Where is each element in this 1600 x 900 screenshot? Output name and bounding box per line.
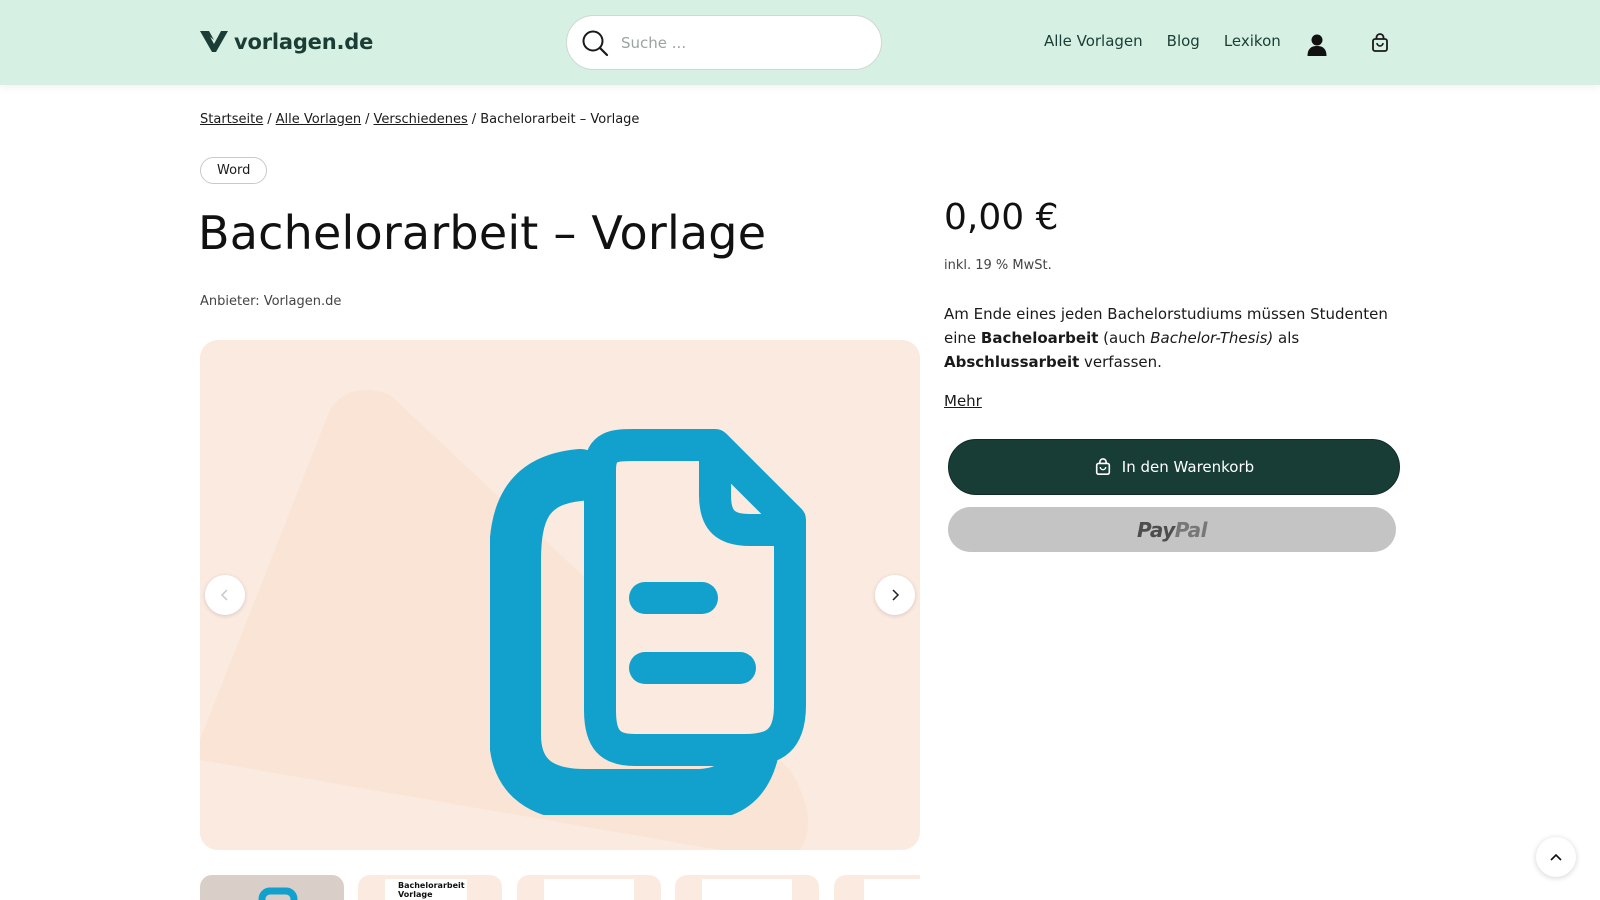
site-header: vorlagen.de Alle Vorlagen Blog Lexikon: [0, 0, 1600, 85]
site-logo[interactable]: vorlagen.de: [200, 30, 373, 54]
product-description: Am Ende eines jeden Bachelorstudiums müs…: [944, 305, 1388, 371]
search-icon[interactable]: [581, 29, 609, 57]
breadcrumb-startseite[interactable]: Startseite: [200, 112, 263, 127]
breadcrumb-alle-vorlagen[interactable]: Alle Vorlagen: [276, 112, 362, 127]
document-icon: [490, 429, 806, 815]
nav-lexikon[interactable]: Lexikon: [1224, 32, 1281, 50]
chevron-up-icon: [1550, 853, 1562, 861]
main-nav: Alle Vorlagen Blog Lexikon: [1044, 32, 1281, 50]
shopping-bag-icon[interactable]: [1370, 33, 1390, 53]
chevron-left-icon: [220, 589, 228, 601]
chevron-right-icon: [892, 589, 900, 601]
tax-note: inkl. 19 % MwSt.: [944, 258, 1052, 273]
shopping-bag-icon: [1095, 458, 1110, 476]
add-to-cart-button[interactable]: In den Warenkorb: [948, 439, 1400, 495]
add-to-cart-label: In den Warenkorb: [1121, 458, 1255, 476]
thumbnail-3[interactable]: [517, 875, 661, 900]
thumbnail-document-icon: [258, 887, 298, 900]
nav-alle-vorlagen[interactable]: Alle Vorlagen: [1044, 32, 1143, 50]
logo-text: vorlagen.de: [234, 30, 374, 54]
format-badge: Word: [200, 157, 268, 184]
user-icon[interactable]: [1306, 33, 1328, 57]
search-bar[interactable]: [566, 15, 882, 70]
thumbnail-5[interactable]: [834, 875, 920, 900]
search-input[interactable]: [621, 33, 861, 52]
more-link[interactable]: Mehr: [944, 392, 982, 410]
product-price: 0,00 €: [944, 197, 1059, 238]
gallery-thumbnails: Bachelorarbeit Vorlage: [200, 875, 920, 900]
product-vendor: Anbieter: Vorlagen.de: [200, 294, 342, 309]
scroll-to-top-button[interactable]: [1536, 837, 1576, 877]
paypal-logo: PayPal: [1136, 517, 1208, 542]
thumbnail-title: Bachelorarbeit Vorlage: [398, 881, 465, 899]
breadcrumb-verschiedenes[interactable]: Verschiedenes: [374, 112, 468, 127]
gallery-next-button[interactable]: [875, 575, 915, 615]
nav-blog[interactable]: Blog: [1167, 32, 1200, 50]
thumbnail-1[interactable]: [200, 875, 344, 900]
thumbnail-2[interactable]: Bachelorarbeit Vorlage: [358, 875, 502, 900]
breadcrumb: Startseite / Alle Vorlagen / Verschiedenes / B…: [200, 112, 640, 127]
logo-mark-icon: [200, 31, 228, 52]
product-title: Bachelorarbeit – Vorlage: [198, 206, 767, 260]
paypal-button[interactable]: PayPal: [948, 507, 1396, 552]
thumbnail-4[interactable]: [675, 875, 819, 900]
gallery-prev-button[interactable]: [205, 575, 245, 615]
product-image[interactable]: [200, 340, 920, 850]
breadcrumb-current: Bachelorarbeit – Vorlage: [480, 112, 640, 127]
